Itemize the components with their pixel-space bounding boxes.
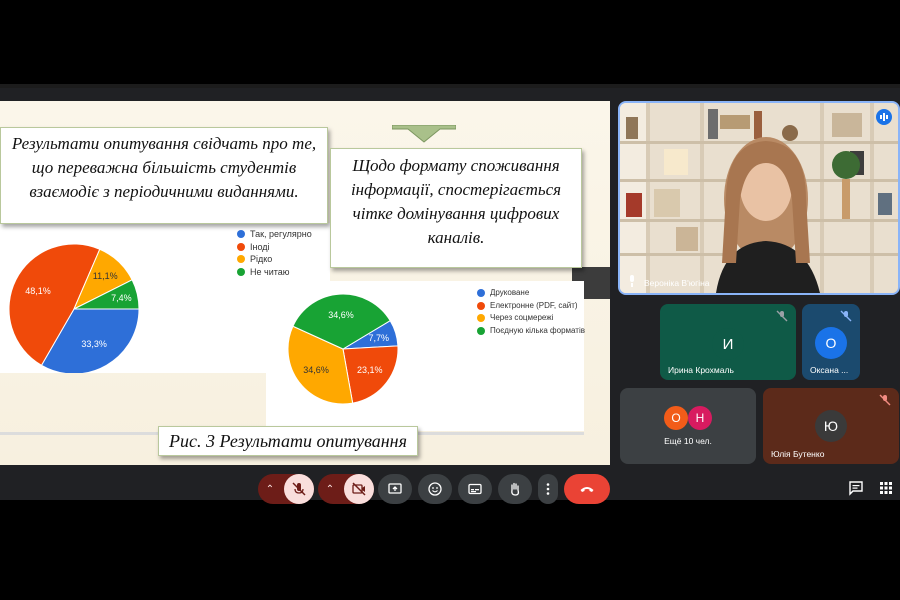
- pie-data-label: 34,6%: [303, 365, 329, 375]
- arrow-shape: [392, 125, 456, 143]
- pie-data-label: 11,1%: [93, 271, 118, 281]
- chat-icon: [849, 481, 863, 496]
- legend-swatch: [237, 230, 245, 239]
- figure-caption: Рис. 3 Результати опитування: [158, 426, 418, 456]
- raise-hand-button[interactable]: [498, 474, 532, 504]
- speaker-video-tile[interactable]: Вероніка В'югіна: [618, 101, 900, 295]
- speaker-video: [620, 103, 898, 293]
- legend-2: Друковане Електронне (PDF, сайт) Через с…: [477, 287, 585, 337]
- legend-item: Електронне (PDF, сайт): [477, 300, 585, 313]
- summary-text-1: Результати опитування свідчать про те, щ…: [0, 127, 328, 224]
- pie-data-label: 34,6%: [328, 310, 354, 320]
- pie-data-label: 33,3%: [81, 339, 107, 349]
- chat-button[interactable]: [848, 480, 866, 498]
- speaking-indicator-icon: [876, 109, 892, 125]
- mic-off-icon: [776, 310, 788, 322]
- speaking-icon: [630, 275, 634, 287]
- legend-1: Так, регулярно Іноді Рідко Не читаю: [237, 228, 312, 278]
- legend-label: Через соцмережі: [490, 313, 554, 322]
- legend-swatch: [237, 267, 245, 276]
- legend-swatch: [477, 289, 485, 298]
- apps-button[interactable]: [878, 480, 896, 498]
- avatar: Ю: [815, 410, 847, 442]
- captions-icon: [468, 483, 482, 495]
- mic-toggle-group: ⌃: [258, 474, 314, 504]
- bottom-area: [0, 504, 900, 600]
- legend-label: Поєдную кілька форматів: [490, 325, 585, 335]
- avatar: О: [664, 406, 688, 430]
- more-participants-tile[interactable]: О Н Ещё 10 чел.: [620, 388, 756, 464]
- presentation-slide: 33,3% 48,1% 11,1% 7,4% 7,7% 23,1% 34,6% 34,6% …: [0, 101, 610, 465]
- camera-toggle-group: ⌃: [318, 474, 374, 504]
- present-icon: [388, 483, 402, 494]
- legend-item: Через соцмережі: [477, 312, 585, 325]
- apps-icon: [880, 482, 892, 494]
- legend-label: Рідко: [250, 254, 273, 264]
- top-bar: [0, 0, 900, 86]
- mic-options-chevron-icon[interactable]: ⌃: [258, 484, 282, 495]
- speaker-name: Вероніка В'югіна: [644, 278, 710, 288]
- reactions-button[interactable]: [418, 474, 452, 504]
- legend-item: Не читаю: [237, 266, 312, 279]
- meeting-controls: ⌃ ⌃: [0, 474, 900, 504]
- participant-tile-oksana[interactable]: О Оксана ...: [802, 304, 860, 380]
- captions-button[interactable]: [458, 474, 492, 504]
- camera-options-chevron-icon[interactable]: ⌃: [318, 484, 342, 495]
- summary-text-2: Щодо формату споживання інформації, спос…: [330, 148, 582, 268]
- present-button[interactable]: [378, 474, 412, 504]
- legend-item: Поєдную кілька форматів: [477, 325, 585, 338]
- legend-swatch: [477, 326, 485, 335]
- participant-name: Ирина Крохмаль: [668, 365, 734, 375]
- emoji-icon: [428, 482, 442, 496]
- more-participants-label: Ещё 10 чел.: [664, 436, 712, 446]
- pie-data-label: 23,1%: [357, 365, 383, 375]
- end-call-icon: [580, 487, 594, 492]
- more-options-button[interactable]: [538, 474, 558, 504]
- mic-off-icon[interactable]: [284, 474, 314, 504]
- legend-swatch: [477, 314, 485, 323]
- legend-item: Так, регулярно: [237, 228, 312, 241]
- raise-hand-icon: [511, 482, 520, 496]
- participant-tile-iryna[interactable]: И Ирина Крохмаль: [660, 304, 796, 380]
- legend-swatch: [477, 301, 485, 310]
- participant-tile-yulia[interactable]: Ю Юлія Бутенко: [763, 388, 899, 464]
- mic-off-icon: [840, 310, 852, 322]
- avatar: О: [815, 327, 847, 359]
- legend-label: Так, регулярно: [250, 229, 312, 239]
- end-call-button[interactable]: [564, 474, 610, 504]
- legend-label: Друковане: [490, 288, 530, 297]
- legend-label: Не читаю: [250, 266, 290, 277]
- camera-off-icon[interactable]: [344, 474, 374, 504]
- legend-label: Іноді: [250, 241, 270, 252]
- legend-swatch: [237, 255, 245, 264]
- pie-data-label: 7,4%: [111, 293, 132, 303]
- participant-name: Юлія Бутенко: [771, 449, 825, 459]
- legend-label: Електронне (PDF, сайт): [490, 300, 578, 310]
- pie-data-label: 48,1%: [25, 286, 51, 296]
- legend-item: Друковане: [477, 287, 585, 300]
- avatar: И: [712, 328, 744, 360]
- pie-data-label: 7,7%: [368, 333, 389, 343]
- mic-off-icon: [879, 394, 891, 406]
- legend-swatch: [237, 242, 245, 251]
- more-icon: [546, 483, 550, 495]
- participant-name: Оксана ...: [810, 365, 849, 375]
- legend-item: Іноді: [237, 241, 312, 254]
- legend-item: Рідко: [237, 253, 312, 266]
- avatar: Н: [688, 406, 712, 430]
